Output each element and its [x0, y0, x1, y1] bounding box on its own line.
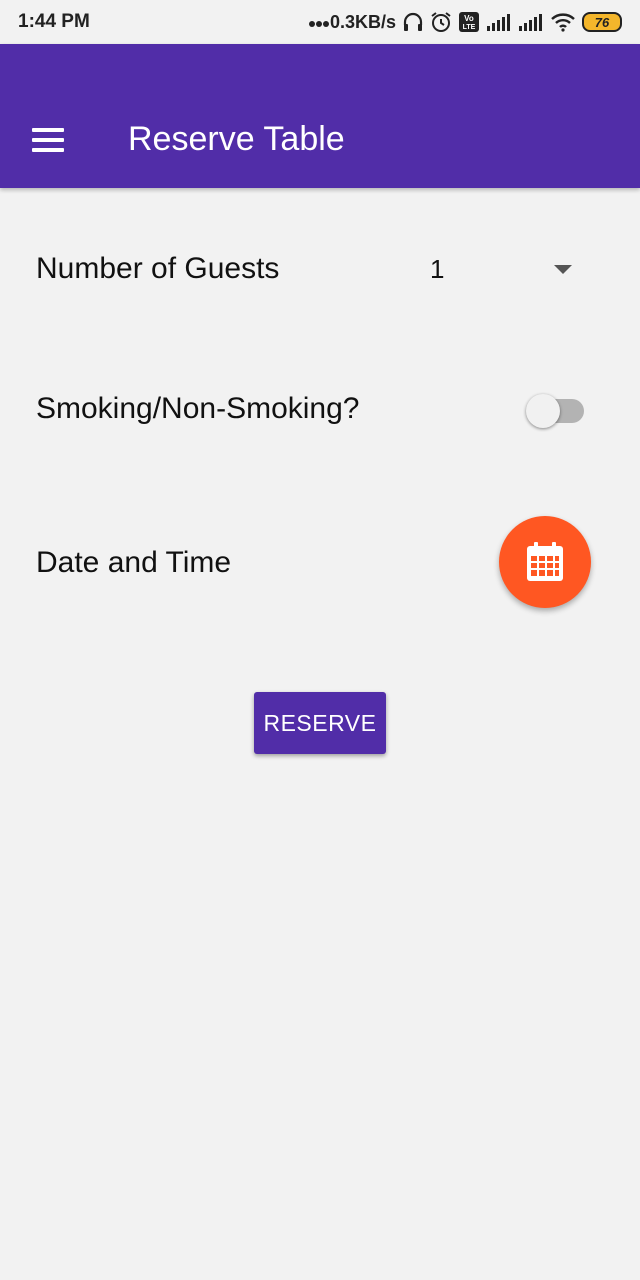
page-title: Reserve Table — [128, 120, 345, 158]
signal-icon — [519, 14, 542, 31]
guests-value: 1 — [430, 254, 445, 284]
volte-icon: VoLTE — [459, 12, 479, 32]
hamburger-menu-icon[interactable] — [24, 118, 72, 162]
status-icons: 0.3KB/s Vo LTE 76 — [308, 9, 622, 35]
reserve-button[interactable]: RESERVE — [254, 692, 386, 754]
guests-label: Number of Guests — [36, 252, 280, 285]
status-bar: 1:44 PM 0.3KB/s Vo LTE 76 — [0, 0, 640, 44]
toggle-thumb — [526, 394, 560, 428]
headset-icon — [403, 12, 423, 31]
alarm-icon — [431, 12, 451, 32]
guests-dropdown[interactable]: 1 — [420, 240, 590, 300]
signal-icon — [487, 14, 510, 31]
smoking-label: Smoking/Non-Smoking? — [36, 392, 360, 425]
status-time: 1:44 PM — [18, 11, 90, 32]
battery-level: 76 — [594, 14, 610, 30]
dots-icon — [308, 20, 329, 27]
wifi-icon — [551, 13, 575, 32]
date-picker-button[interactable] — [499, 516, 591, 608]
network-speed-value: 0.3KB/s — [329, 11, 396, 32]
app-bar: Reserve Table — [0, 44, 640, 188]
calendar-icon — [527, 542, 563, 581]
dropdown-arrow-icon — [554, 265, 572, 274]
battery-icon: 76 — [582, 12, 622, 32]
svg-text:LTE: LTE — [463, 24, 476, 31]
smoking-toggle[interactable] — [526, 394, 586, 428]
network-speed: 0.3KB/s — [308, 12, 396, 33]
svg-text:Vo: Vo — [464, 14, 474, 23]
datetime-label: Date and Time — [36, 546, 232, 579]
